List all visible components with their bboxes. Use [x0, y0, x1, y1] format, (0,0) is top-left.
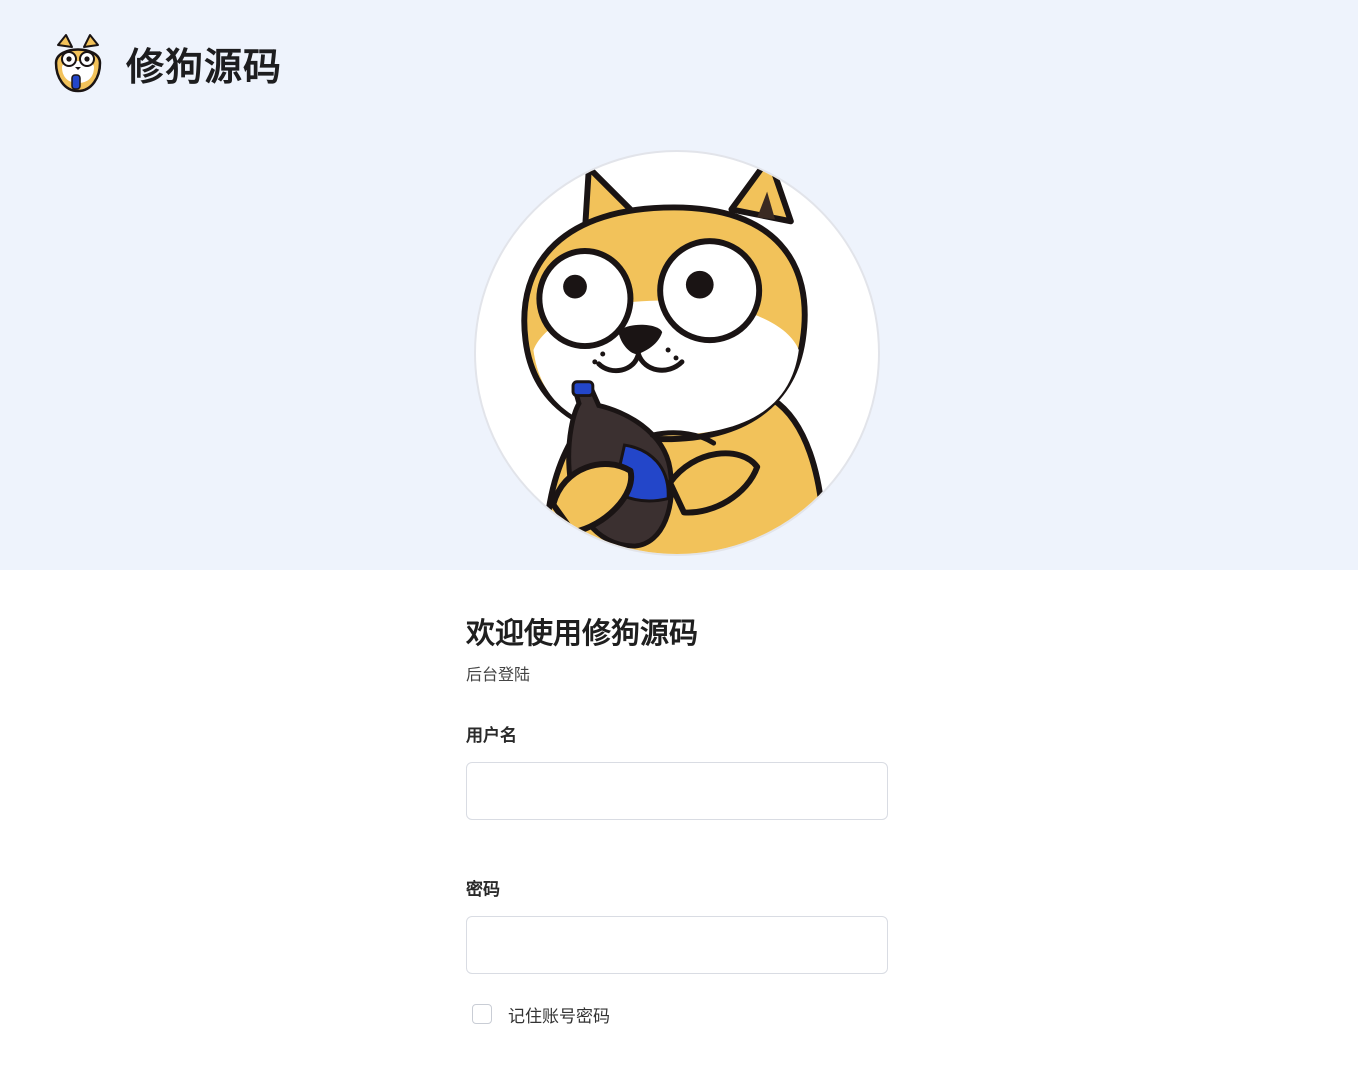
login-subtitle: 后台登陆 [466, 665, 531, 684]
login-page: 修狗源码 欢迎使用修狗源码 后台登陆 用户名 密码 记住账号密码 [0, 0, 1358, 1066]
mascot-avatar [474, 150, 880, 556]
brand-header: 修狗源码 [52, 32, 282, 94]
password-input[interactable] [466, 916, 888, 974]
remember-me-option[interactable]: 记住账号密码 [472, 1002, 890, 1027]
brand-title: 修狗源码 [126, 44, 283, 89]
login-title: 欢迎使用修狗源码 [466, 616, 699, 650]
username-input[interactable] [466, 762, 888, 820]
remember-me-checkbox[interactable] [472, 1004, 492, 1024]
username-label: 用户名 [466, 726, 517, 746]
shiba-dog-holding-bottle-icon [521, 154, 828, 554]
password-label: 密码 [466, 880, 500, 900]
remember-me-label[interactable]: 记住账号密码 [508, 1002, 610, 1027]
login-form: 欢迎使用修狗源码 后台登陆 用户名 密码 记住账号密码 [466, 610, 890, 1027]
shiba-dog-logo-icon [54, 34, 102, 93]
hero-banner: 修狗源码 [0, 0, 1358, 570]
